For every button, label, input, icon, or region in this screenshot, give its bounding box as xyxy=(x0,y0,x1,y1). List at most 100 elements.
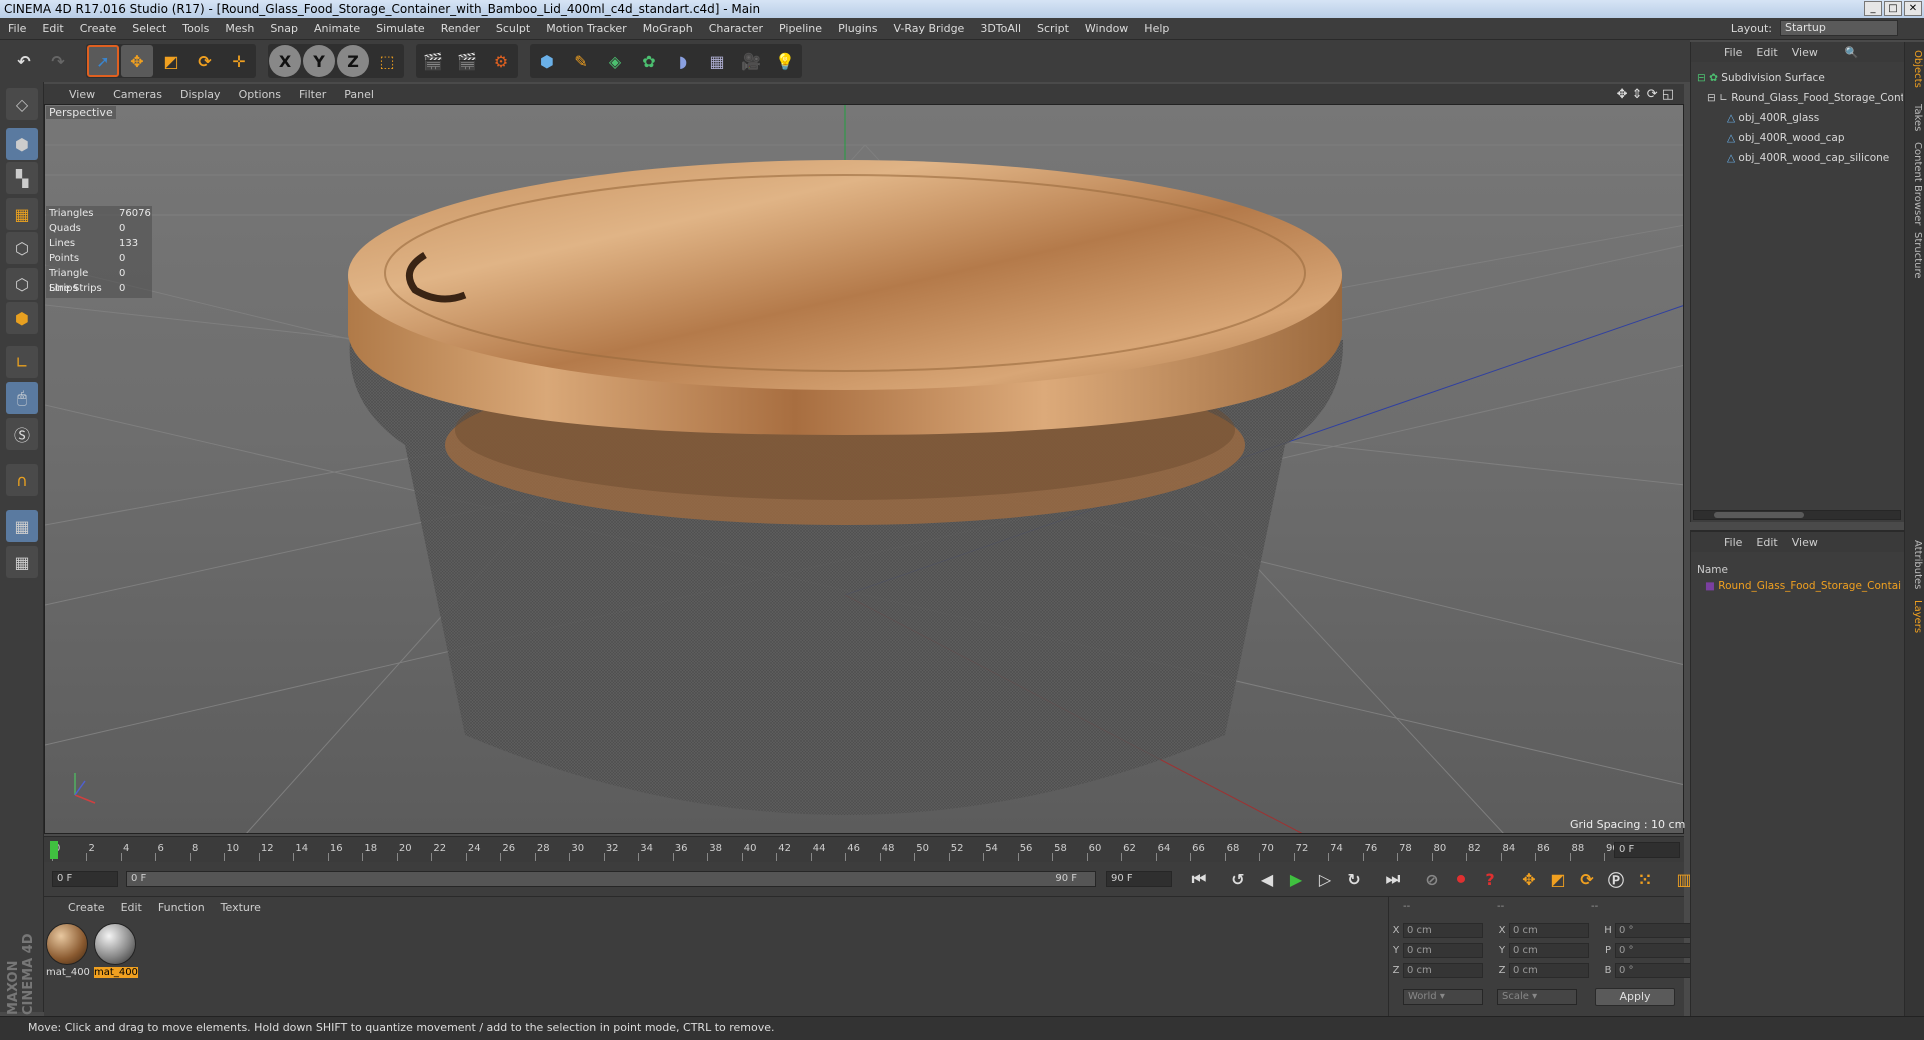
y-axis-icon[interactable]: Y xyxy=(303,45,335,77)
objects-menu-edit[interactable]: Edit xyxy=(1749,46,1784,59)
object-tree-item[interactable]: △ obj_400R_wood_cap xyxy=(1691,128,1903,148)
minimize-button[interactable]: _ xyxy=(1864,1,1882,16)
menu-sculpt[interactable]: Sculpt xyxy=(488,22,538,35)
viewport-menu-options[interactable]: Options xyxy=(230,88,290,101)
layout-dropdown[interactable]: Startup xyxy=(1780,20,1898,36)
texture-mode-icon[interactable]: ▚ xyxy=(6,162,38,194)
objects-menu-file[interactable]: File xyxy=(1717,46,1749,59)
material-menu-function[interactable]: Function xyxy=(150,901,213,914)
menu-3dtoall[interactable]: 3DToAll xyxy=(972,22,1029,35)
material-swatch-selected[interactable]: mat_400 xyxy=(94,923,138,981)
menu-tools[interactable]: Tools xyxy=(174,22,217,35)
viewport-nav-icons[interactable]: ✥ ⇕ ⟳ ◱ xyxy=(1617,87,1674,102)
current-frame-field[interactable]: 0 F xyxy=(1614,842,1680,858)
material-swatch[interactable]: mat_400 xyxy=(46,923,90,981)
end-frame-field[interactable]: 90 F xyxy=(1106,871,1172,887)
tab-content-browser[interactable]: Content Browser xyxy=(1907,142,1923,225)
tweak-mode-icon[interactable]: 🖱 xyxy=(6,382,38,414)
viewport-menu-filter[interactable]: Filter xyxy=(290,88,335,101)
menu-pipeline[interactable]: Pipeline xyxy=(771,22,830,35)
menu-motion-tracker[interactable]: Motion Tracker xyxy=(538,22,634,35)
viewport-menu-cameras[interactable]: Cameras xyxy=(104,88,171,101)
mograph-cloner-icon[interactable]: ✿ xyxy=(633,45,665,77)
menu-select[interactable]: Select xyxy=(124,22,174,35)
menu-window[interactable]: Window xyxy=(1077,22,1136,35)
axis-mode-icon[interactable]: ∟ xyxy=(6,346,38,378)
close-button[interactable]: ✕ xyxy=(1904,1,1922,16)
menu-edit[interactable]: Edit xyxy=(34,22,71,35)
menu-mesh[interactable]: Mesh xyxy=(217,22,262,35)
viewport-menu-view[interactable]: View xyxy=(60,88,104,101)
timeline-ruler[interactable]: 0246810121416182022242628303234363840424… xyxy=(44,836,1684,862)
playhead[interactable] xyxy=(50,841,58,859)
autokey-icon[interactable]: ⏺ xyxy=(1448,866,1474,892)
material-menu-texture[interactable]: Texture xyxy=(213,901,269,914)
material-menu-create[interactable]: Create xyxy=(60,901,113,914)
tab-structure[interactable]: Structure xyxy=(1907,232,1923,279)
next-key-icon[interactable]: ↻ xyxy=(1341,866,1367,892)
tab-layers[interactable]: Layers xyxy=(1907,600,1923,633)
key-parameter-icon[interactable]: Ⓟ xyxy=(1603,866,1629,892)
deformer-icon[interactable]: ◗ xyxy=(667,45,699,77)
frame-range-slider[interactable]: 0 F 90 F xyxy=(126,871,1096,887)
play-icon[interactable]: ▶ xyxy=(1283,866,1309,892)
menu-render[interactable]: Render xyxy=(433,22,488,35)
move-tool-icon[interactable]: ✥ xyxy=(121,45,153,77)
coord-field[interactable]: 0 ° xyxy=(1615,943,1695,958)
tab-objects[interactable]: Objects xyxy=(1907,50,1923,88)
menu-simulate[interactable]: Simulate xyxy=(368,22,433,35)
coord-field[interactable]: 0 cm xyxy=(1403,963,1483,978)
redo-icon[interactable]: ↷ xyxy=(42,45,74,77)
recent-tool-icon[interactable]: ✛ xyxy=(223,45,255,77)
cube-primitive-icon[interactable]: ⬢ xyxy=(531,45,563,77)
render-view-icon[interactable]: 🎬 xyxy=(417,45,449,77)
rotate-tool-icon[interactable]: ⟳ xyxy=(189,45,221,77)
scale-tool-icon[interactable]: ◩ xyxy=(155,45,187,77)
goto-end-icon[interactable]: ⏭ xyxy=(1380,866,1406,892)
model-mode-icon[interactable]: ⬢ xyxy=(6,128,38,160)
layer-item[interactable]: ■ Round_Glass_Food_Storage_Contai xyxy=(1691,576,1903,596)
menu-create[interactable]: Create xyxy=(72,22,125,35)
next-frame-icon[interactable]: ▷ xyxy=(1312,866,1338,892)
workplane-icon[interactable]: ▦ xyxy=(6,198,38,230)
menu-mograph[interactable]: MoGraph xyxy=(635,22,701,35)
goto-start-icon[interactable]: ⏮ xyxy=(1186,866,1212,892)
light-icon[interactable]: 💡 xyxy=(769,45,801,77)
live-selection-icon[interactable]: ➚ xyxy=(87,45,119,77)
points-mode-icon[interactable]: ⬡ xyxy=(6,232,38,264)
menu-plugins[interactable]: Plugins xyxy=(830,22,885,35)
record-keys-icon[interactable]: ⊘ xyxy=(1419,866,1445,892)
pen-spline-icon[interactable]: ✎ xyxy=(565,45,597,77)
coord-field[interactable]: 0 cm xyxy=(1509,923,1589,938)
prev-key-icon[interactable]: ↺ xyxy=(1225,866,1251,892)
x-axis-icon[interactable]: X xyxy=(269,45,301,77)
coord-field[interactable]: 0 cm xyxy=(1509,963,1589,978)
maximize-button[interactable]: □ xyxy=(1884,1,1902,16)
object-tree-item[interactable]: △ obj_400R_wood_cap_silicone xyxy=(1691,148,1903,168)
floor-icon[interactable]: ▦ xyxy=(701,45,733,77)
edges-mode-icon[interactable]: ⬡ xyxy=(6,268,38,300)
render-picture-viewer-icon[interactable]: 🎬 xyxy=(451,45,483,77)
polygons-mode-icon[interactable]: ⬢ xyxy=(6,302,38,334)
key-position-icon[interactable]: ✥ xyxy=(1516,866,1542,892)
key-scale-icon[interactable]: ◩ xyxy=(1545,866,1571,892)
planar-workplane-icon[interactable]: ▦ xyxy=(6,546,38,578)
menu-script[interactable]: Script xyxy=(1029,22,1077,35)
objects-menu-view[interactable]: View xyxy=(1785,46,1825,59)
menu-vray-bridge[interactable]: V-Ray Bridge xyxy=(885,22,972,35)
perspective-viewport[interactable] xyxy=(44,104,1684,834)
workplane-lock-icon[interactable]: ▦ xyxy=(6,510,38,542)
menu-file[interactable]: File xyxy=(0,22,34,35)
tab-attributes[interactable]: Attributes xyxy=(1907,540,1923,589)
layers-menu-view[interactable]: View xyxy=(1785,536,1825,549)
coord-field[interactable]: 0 ° xyxy=(1615,963,1695,978)
coord-field[interactable]: 0 cm xyxy=(1403,923,1483,938)
viewport-menu-display[interactable]: Display xyxy=(171,88,230,101)
object-tree-item[interactable]: ⊟ ✿ Subdivision Surface xyxy=(1691,68,1903,88)
coord-mode-dropdown[interactable]: World ▾ xyxy=(1403,989,1483,1005)
z-axis-icon[interactable]: Z xyxy=(337,45,369,77)
object-tree-item[interactable]: △ obj_400R_glass xyxy=(1691,108,1903,128)
coord-field[interactable]: 0 cm xyxy=(1509,943,1589,958)
render-settings-icon[interactable]: ⚙ xyxy=(485,45,517,77)
tab-takes[interactable]: Takes xyxy=(1907,104,1923,131)
